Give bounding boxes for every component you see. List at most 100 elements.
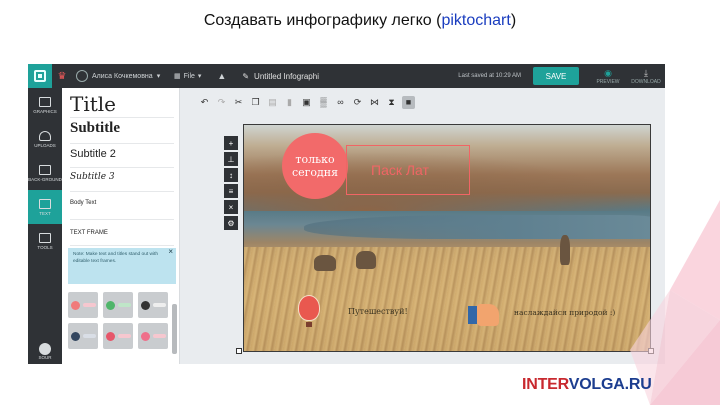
user-menu[interactable]: Алиса Кочкемовна ▾: [76, 70, 168, 82]
top-bar: ♛ Алиса Кочкемовна ▾ ▦ File ▾ ▲ ✎ Untitl…: [28, 64, 665, 88]
text-frame-thumb[interactable]: [138, 323, 168, 349]
download-icon: ⤓: [644, 67, 648, 78]
delete-icon[interactable]: ▮: [283, 96, 296, 109]
lock-icon[interactable]: ▣: [300, 96, 313, 109]
undo-icon[interactable]: ↶: [198, 96, 211, 109]
text-frame-thumb[interactable]: [138, 292, 168, 318]
piktochart-logo[interactable]: [28, 64, 52, 88]
logo-icon: [34, 70, 46, 82]
file-icon: ▦: [174, 73, 181, 80]
caption-nature[interactable]: наслаждайся природой :): [514, 308, 615, 317]
rotate-icon[interactable]: ⟳: [351, 96, 364, 109]
download-button[interactable]: ⤓ DOWNLOAD: [627, 68, 665, 85]
text-icon: [39, 198, 51, 209]
caption-travel[interactable]: Путешествуй!: [348, 307, 408, 316]
text-frame-thumb[interactable]: [68, 292, 98, 318]
infographic-canvas[interactable]: только сегодня Паск Лат Путешествуй! нас…: [243, 124, 651, 352]
flip-vertical-icon[interactable]: ⧗: [385, 96, 398, 109]
link-icon[interactable]: ∞: [334, 96, 347, 109]
document-title[interactable]: ✎ Untitled Infographi: [242, 72, 319, 81]
rail-item-tools[interactable]: TOOLS: [28, 224, 62, 258]
panel-scrollbar[interactable]: [172, 304, 177, 354]
slide-title-text: Создавать инфографику легко (: [203, 12, 442, 29]
crown-icon[interactable]: ♛: [52, 71, 72, 82]
bell-icon[interactable]: ▲: [217, 71, 226, 81]
rail-item-uploads[interactable]: UPLOADS: [28, 122, 62, 156]
circle-icon: [106, 300, 115, 310]
text-style-subtitle[interactable]: Subtitle: [70, 120, 174, 144]
circle-icon: [106, 331, 115, 341]
text-style-subtitle-2[interactable]: Subtitle 2: [70, 148, 174, 168]
close-icon[interactable]: ×: [224, 200, 238, 214]
align-icon[interactable]: ⊥: [224, 152, 238, 166]
layers-icon[interactable]: ≡: [224, 184, 238, 198]
rail-label: SOUR: [38, 355, 52, 360]
text-style-title[interactable]: Title: [70, 92, 174, 118]
vertical-toolbar: + ⊥ ↕ ≡ × ⚙: [224, 136, 238, 230]
eye-icon: ◉: [604, 67, 612, 78]
flip-horizontal-icon[interactable]: ⋈: [368, 96, 381, 109]
bar-shape: [153, 334, 166, 338]
text-frame-thumb[interactable]: [103, 292, 133, 318]
llama-silhouette: [314, 255, 336, 271]
toolbox-icon: [39, 232, 51, 243]
document-title-text: Untitled Infographi: [254, 71, 319, 81]
llama-silhouette: [356, 251, 376, 269]
slide-title: Создавать инфографику легко (piktochart): [0, 12, 720, 30]
rail-label: UPLOADS: [34, 142, 56, 148]
thumbs-up-icon[interactable]: [468, 303, 502, 327]
arrange-icon[interactable]: ■: [402, 95, 415, 109]
text-frame-heading: TEXT FRAME: [70, 230, 174, 246]
help-icon: [39, 343, 51, 355]
circle-icon: [141, 331, 150, 341]
cloud-upload-icon: [39, 130, 51, 141]
resize-handle[interactable]: [236, 348, 242, 354]
preview-label: PREVIEW: [596, 78, 620, 85]
file-menu[interactable]: ▦ File ▾: [174, 72, 202, 81]
text-style-subtitle-3[interactable]: Subtitle 3: [70, 172, 174, 192]
monitor-icon: [39, 164, 51, 175]
bar-shape: [153, 303, 166, 307]
text-style-body[interactable]: Body Text: [70, 200, 174, 220]
rail-item-source[interactable]: SOUR: [28, 343, 62, 360]
text-frame-thumb[interactable]: [103, 323, 133, 349]
rail-label: TOOLS: [37, 244, 53, 250]
file-label: File: [183, 72, 195, 80]
move-icon[interactable]: ↕: [224, 168, 238, 182]
promo-badge[interactable]: только сегодня: [282, 133, 348, 199]
bar-shape: [118, 334, 131, 338]
text-frame-box[interactable]: Паск Лат: [346, 145, 470, 195]
hot-air-balloon-icon[interactable]: [298, 295, 320, 327]
circle-icon: [71, 331, 80, 341]
close-icon[interactable]: ×: [168, 248, 173, 256]
pencil-icon: ✎: [242, 71, 250, 81]
plus-icon[interactable]: +: [224, 136, 238, 150]
piktochart-link[interactable]: piktochart: [441, 12, 510, 29]
brand-part1: INTER: [522, 376, 569, 393]
check-icon: [141, 300, 150, 310]
image-icon: [39, 96, 51, 107]
rail-item-background[interactable]: BACK-GROUND: [28, 156, 62, 190]
chevron-down-icon: ▾: [197, 73, 202, 80]
copy-icon[interactable]: ❐: [249, 96, 262, 109]
preview-button[interactable]: ◉ PREVIEW: [589, 68, 627, 85]
bar-shape: [83, 334, 96, 338]
rail-label: TEXT: [39, 210, 51, 216]
decorative-triangles: [630, 200, 720, 405]
last-saved-text: Last saved at 10:29 AM: [458, 73, 521, 79]
user-name: Алиса Кочкемовна: [92, 72, 153, 80]
text-panel: Title Subtitle Subtitle 2 Subtitle 3 Bod…: [62, 88, 180, 364]
paste-icon[interactable]: ▤: [266, 96, 279, 109]
rail-item-graphics[interactable]: GRAPHICS: [28, 88, 62, 122]
rail-item-text[interactable]: TEXT: [28, 190, 62, 224]
save-button[interactable]: SAVE: [533, 67, 579, 85]
bar-shape: [83, 303, 96, 307]
settings-icon[interactable]: ⚙: [224, 216, 238, 230]
text-frame-thumb[interactable]: [68, 323, 98, 349]
redo-icon[interactable]: ↷: [215, 96, 228, 109]
text-frame-note: Note: Make text and titles stand out wit…: [68, 248, 176, 284]
opacity-icon[interactable]: ▒: [317, 96, 330, 109]
cut-icon[interactable]: ✂: [232, 96, 245, 109]
download-label: DOWNLOAD: [631, 78, 661, 85]
avatar-icon: [76, 70, 88, 82]
